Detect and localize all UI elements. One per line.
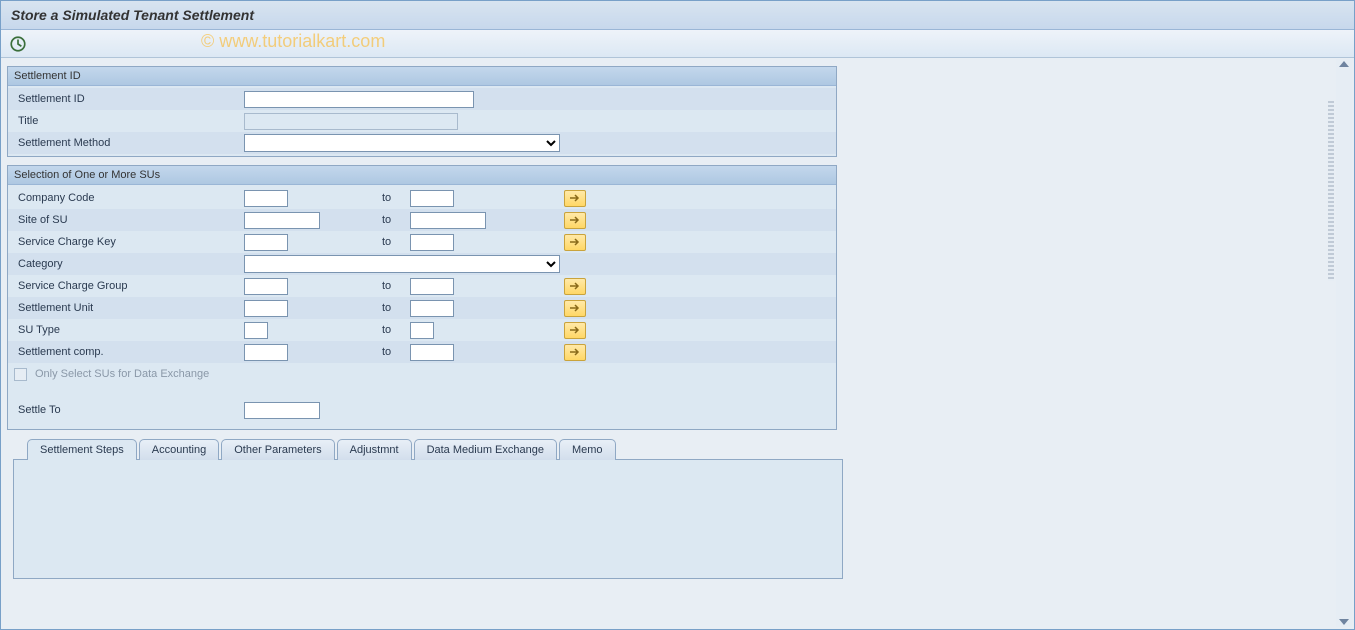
tab-data-medium-exchange[interactable]: Data Medium Exchange	[414, 439, 557, 460]
label-to: to	[382, 324, 410, 336]
multi-select-button[interactable]	[564, 344, 586, 361]
input-su-from[interactable]	[244, 300, 288, 317]
toolbar	[1, 30, 1354, 58]
input-su-to[interactable]	[410, 300, 454, 317]
input-title	[244, 113, 458, 130]
group-header-settlement-id: Settlement ID	[8, 67, 836, 86]
label-to: to	[382, 302, 410, 314]
tabstrip: Settlement Steps Accounting Other Parame…	[27, 438, 1348, 459]
group-header-selection-sus: Selection of One or More SUs	[8, 166, 836, 185]
multi-select-button[interactable]	[564, 322, 586, 339]
multi-select-button[interactable]	[564, 278, 586, 295]
vertical-scrollbar[interactable]	[1336, 59, 1352, 627]
window-title: Store a Simulated Tenant Settlement	[1, 1, 1354, 30]
label-site-of-su: Site of SU	[14, 214, 244, 226]
group-selection-sus: Selection of One or More SUs Company Cod…	[7, 165, 837, 430]
input-settcomp-from[interactable]	[244, 344, 288, 361]
label-service-charge-key: Service Charge Key	[14, 236, 244, 248]
tab-other-parameters[interactable]: Other Parameters	[221, 439, 334, 460]
label-settlement-id: Settlement ID	[14, 93, 244, 105]
group-settlement-id: Settlement ID Settlement ID Title Settle…	[7, 66, 837, 157]
input-settcomp-to[interactable]	[410, 344, 454, 361]
tab-memo[interactable]: Memo	[559, 439, 616, 460]
tab-adjustmnt[interactable]: Adjustmnt	[337, 439, 412, 460]
tab-content	[13, 459, 843, 579]
multi-select-button[interactable]	[564, 190, 586, 207]
splitter-handle[interactable]	[1328, 101, 1334, 281]
input-sckey-from[interactable]	[244, 234, 288, 251]
input-settlement-id[interactable]	[244, 91, 474, 108]
label-only-select: Only Select SUs for Data Exchange	[31, 368, 209, 380]
multi-select-button[interactable]	[564, 300, 586, 317]
multi-select-button[interactable]	[564, 234, 586, 251]
label-settlement-unit: Settlement Unit	[14, 302, 244, 314]
label-title: Title	[14, 115, 244, 127]
content-area: Settlement ID Settlement ID Title Settle…	[1, 58, 1354, 587]
scroll-up-icon[interactable]	[1339, 61, 1349, 67]
label-to: to	[382, 192, 410, 204]
label-service-charge-group: Service Charge Group	[14, 280, 244, 292]
input-site-to[interactable]	[410, 212, 486, 229]
input-sutype-to[interactable]	[410, 322, 434, 339]
input-sutype-from[interactable]	[244, 322, 268, 339]
label-to: to	[382, 346, 410, 358]
label-category: Category	[14, 258, 244, 270]
select-category[interactable]	[244, 255, 560, 273]
multi-select-button[interactable]	[564, 212, 586, 229]
label-to: to	[382, 214, 410, 226]
label-to: to	[382, 280, 410, 292]
label-settlement-method: Settlement Method	[14, 137, 244, 149]
tab-settlement-steps[interactable]: Settlement Steps	[27, 439, 137, 460]
input-scgroup-to[interactable]	[410, 278, 454, 295]
label-settle-to: Settle To	[14, 404, 244, 416]
scroll-down-icon[interactable]	[1339, 619, 1349, 625]
select-settlement-method[interactable]	[244, 134, 560, 152]
input-company-code-to[interactable]	[410, 190, 454, 207]
input-site-from[interactable]	[244, 212, 320, 229]
input-sckey-to[interactable]	[410, 234, 454, 251]
tab-accounting[interactable]: Accounting	[139, 439, 219, 460]
label-to: to	[382, 236, 410, 248]
input-company-code-from[interactable]	[244, 190, 288, 207]
execute-icon[interactable]	[9, 35, 27, 53]
checkbox-only-select	[14, 368, 27, 381]
input-scgroup-from[interactable]	[244, 278, 288, 295]
label-su-type: SU Type	[14, 324, 244, 336]
label-company-code: Company Code	[14, 192, 244, 204]
input-settle-to[interactable]	[244, 402, 320, 419]
label-settlement-comp: Settlement comp.	[14, 346, 244, 358]
